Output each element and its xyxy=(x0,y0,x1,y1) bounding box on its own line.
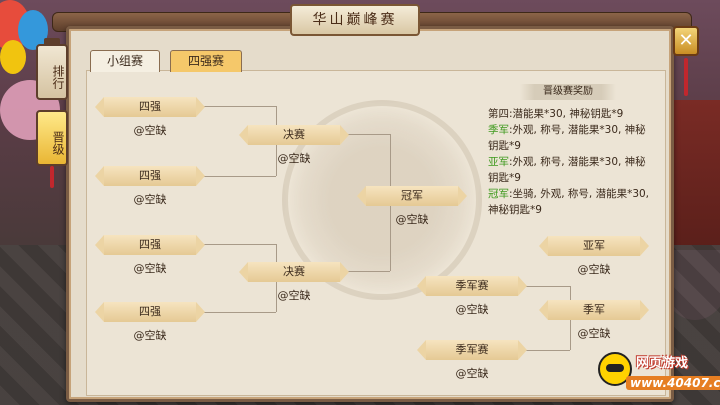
tab-quarterfinals[interactable]: 四强赛 xyxy=(170,50,242,72)
reward-line-first: 冠军:坐骑, 外观, 称号, 潜能果*30, 神秘钥匙*9 xyxy=(488,186,652,218)
champion-node: 冠军 xyxy=(357,186,467,206)
semi-node-2: 四强 xyxy=(95,166,205,186)
third-place-node-2: 季军赛 xyxy=(417,340,527,360)
semi-node-3: 四强 xyxy=(95,235,205,255)
third-place-slot-1: @空缺 xyxy=(455,303,489,316)
reward-line-third: 季军:外观, 称号, 潜能果*30, 神秘钥匙*9 xyxy=(488,122,652,154)
semi-slot-1: @空缺 xyxy=(133,124,167,137)
tassel xyxy=(50,166,54,188)
final-node-2: 决赛 xyxy=(239,262,349,282)
balloon-yellow xyxy=(0,40,26,74)
bracket-line xyxy=(196,244,276,245)
reward-prefix: 亚军 xyxy=(488,156,509,168)
semi-slot-4: @空缺 xyxy=(133,329,167,342)
rewards-header: 晋级赛奖励 xyxy=(520,84,616,100)
logo-url: www.40407.com xyxy=(626,376,720,390)
page-title: 华山巅峰赛 xyxy=(290,4,420,36)
runner-up-node: 亚军 xyxy=(539,236,649,256)
reward-text: :坐骑, 外观, 称号, 潜能果*30, 神秘钥匙*9 xyxy=(488,188,650,216)
semi-slot-3: @空缺 xyxy=(133,262,167,275)
third-node: 季军 xyxy=(539,300,649,320)
reward-prefix: 第四: xyxy=(488,108,513,120)
final-slot-1: @空缺 xyxy=(277,152,311,165)
side-tab-advance[interactable]: 晋级 xyxy=(36,110,68,166)
rewards-list: 第四:潜能果*30, 神秘钥匙*9 季军:外观, 称号, 潜能果*30, 神秘钥… xyxy=(488,106,652,218)
bracket-line xyxy=(196,106,276,107)
reward-line-second: 亚军:外观, 称号, 潜能果*30, 神秘钥匙*9 xyxy=(488,154,652,186)
site-logo: 网页游戏 www.40407.com xyxy=(598,348,720,400)
reward-text: :外观, 称号, 潜能果*30, 神秘钥匙*9 xyxy=(488,156,646,184)
semi-node-4: 四强 xyxy=(95,302,205,322)
third-slot: @空缺 xyxy=(577,327,611,340)
champion-slot: @空缺 xyxy=(395,213,429,226)
reward-line-fourth: 第四:潜能果*30, 神秘钥匙*9 xyxy=(488,106,652,122)
reward-prefix: 季军 xyxy=(488,124,509,136)
logo-text: 网页游戏 xyxy=(636,356,689,371)
final-node-1: 决赛 xyxy=(239,125,349,145)
tassel xyxy=(684,58,688,96)
side-tab-rank[interactable]: 排行 xyxy=(36,44,68,100)
bracket-line xyxy=(196,312,276,313)
reward-text: :外观, 称号, 潜能果*30, 神秘钥匙*9 xyxy=(488,124,646,152)
semi-slot-2: @空缺 xyxy=(133,193,167,206)
close-button[interactable]: ✕ xyxy=(673,26,699,56)
reward-text: 潜能果*30, 神秘钥匙*9 xyxy=(512,108,624,120)
semi-node-1: 四强 xyxy=(95,97,205,117)
reward-prefix: 冠军 xyxy=(488,188,509,200)
runner-up-slot: @空缺 xyxy=(577,263,611,276)
close-icon: ✕ xyxy=(678,30,694,51)
final-slot-2: @空缺 xyxy=(277,289,311,302)
third-place-node-1: 季军赛 xyxy=(417,276,527,296)
side-tab-advance-label: 晋级 xyxy=(51,131,65,155)
third-place-slot-2: @空缺 xyxy=(455,367,489,380)
bracket-line xyxy=(196,176,276,177)
tab-group-stage[interactable]: 小组赛 xyxy=(90,50,160,72)
side-tab-rank-label: 排行 xyxy=(51,65,65,89)
